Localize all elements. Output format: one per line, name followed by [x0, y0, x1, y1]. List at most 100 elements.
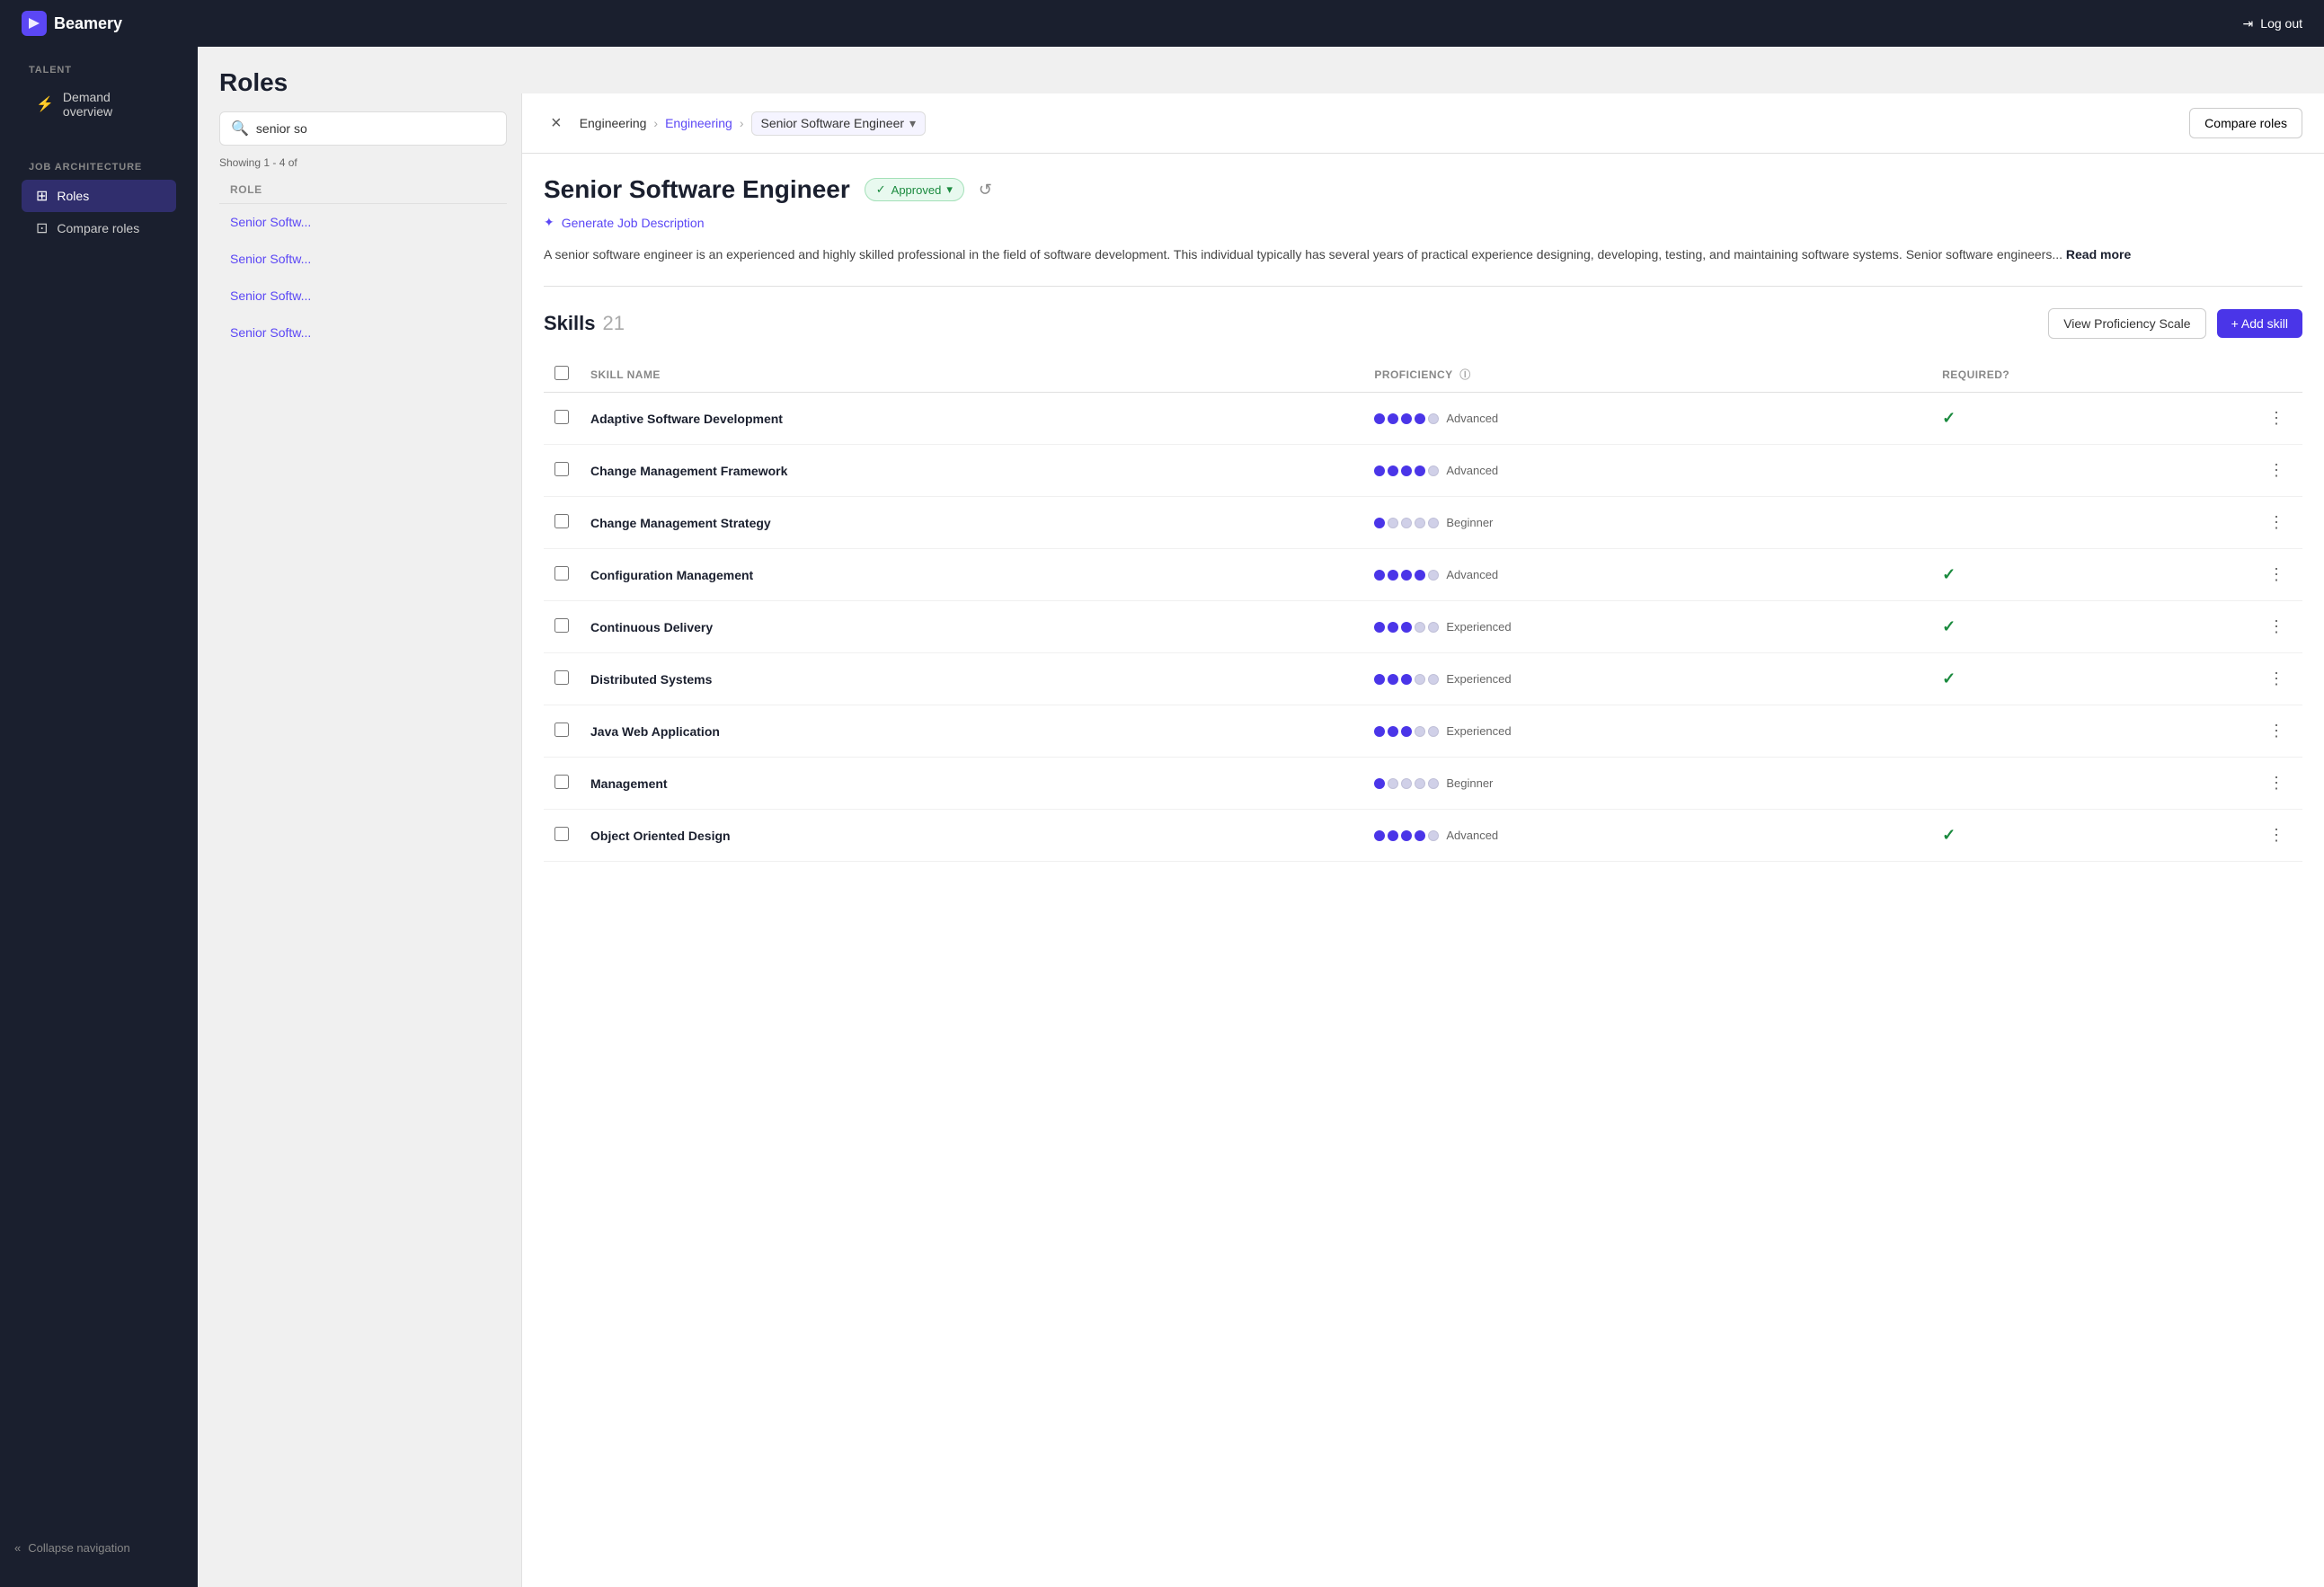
dot-empty [1415, 518, 1425, 528]
dot-filled [1374, 518, 1385, 528]
collapse-navigation[interactable]: « Collapse navigation [14, 1541, 183, 1555]
proficiency-cell: Advanced [1363, 445, 1931, 497]
sidebar-item-compare-roles[interactable]: ⊡ Compare roles [22, 212, 176, 244]
row-checkbox-cell [544, 497, 580, 549]
breadcrumb-part1[interactable]: Engineering [580, 116, 647, 130]
app-name: Beamery [54, 14, 122, 33]
breadcrumb: Engineering › Engineering › Senior Softw… [580, 111, 926, 136]
status-dropdown-icon[interactable]: ▾ [946, 182, 953, 197]
row-checkbox[interactable] [554, 462, 569, 476]
proficiency-dots [1374, 778, 1439, 789]
role-list-item[interactable]: Senior Softw... [219, 204, 507, 241]
info-icon[interactable]: ⓘ [1459, 368, 1470, 381]
status-label: Approved [891, 183, 942, 197]
logout-button[interactable]: ⇥ Log out [2243, 16, 2302, 31]
actions-header [2250, 357, 2302, 393]
actions-cell: ⋮ [2250, 445, 2302, 497]
role-list-item[interactable]: Senior Softw... [219, 278, 507, 315]
chevron-left-icon: « [14, 1541, 21, 1555]
proficiency-header: Proficiency ⓘ [1363, 357, 1931, 393]
row-checkbox[interactable] [554, 618, 569, 633]
sparkle-icon: ✦ [544, 215, 554, 230]
row-checkbox[interactable] [554, 723, 569, 737]
more-options-button[interactable]: ⋮ [2261, 770, 2292, 796]
dot-filled [1415, 465, 1425, 476]
proficiency-cell: Advanced [1363, 810, 1931, 862]
compare-roles-sidebar-label: Compare roles [57, 221, 139, 235]
skill-name-cell: Change Management Framework [580, 445, 1363, 497]
breadcrumb-current[interactable]: Senior Software Engineer ▾ [751, 111, 927, 136]
row-checkbox[interactable] [554, 566, 569, 581]
more-options-button[interactable]: ⋮ [2261, 822, 2292, 848]
actions-cell: ⋮ [2250, 497, 2302, 549]
dot-filled [1374, 674, 1385, 685]
table-row: Change Management FrameworkAdvanced ⋮ [544, 445, 2302, 497]
more-options-button[interactable]: ⋮ [2261, 614, 2292, 640]
proficiency-level: Advanced [1446, 412, 1498, 425]
row-checkbox[interactable] [554, 410, 569, 424]
search-input[interactable] [256, 121, 495, 136]
dot-empty [1388, 778, 1398, 789]
close-button[interactable]: × [544, 110, 569, 137]
row-checkbox[interactable] [554, 514, 569, 528]
collapse-nav-label: Collapse navigation [28, 1541, 129, 1555]
row-checkbox[interactable] [554, 670, 569, 685]
skill-name-text: Continuous Delivery [590, 620, 713, 634]
proficiency-level: Experienced [1446, 620, 1511, 634]
more-options-button[interactable]: ⋮ [2261, 405, 2292, 431]
required-cell [1931, 445, 2250, 497]
more-options-button[interactable]: ⋮ [2261, 718, 2292, 744]
skill-name-text: Object Oriented Design [590, 829, 731, 843]
skills-title: Skills [544, 312, 595, 335]
main-layout: TALENT ⚡ Demand overview JOB ARCHITECTUR… [0, 47, 2324, 1587]
proficiency-cell: Beginner [1363, 497, 1931, 549]
dot-empty [1428, 830, 1439, 841]
search-icon: 🔍 [231, 120, 249, 137]
more-options-button[interactable]: ⋮ [2261, 457, 2292, 483]
check-icon: ✓ [876, 182, 886, 197]
more-options-button[interactable]: ⋮ [2261, 666, 2292, 692]
skill-name-cell: Object Oriented Design [580, 810, 1363, 862]
dot-empty [1428, 518, 1439, 528]
dot-filled [1388, 674, 1398, 685]
close-icon: × [551, 113, 562, 133]
dot-filled [1374, 778, 1385, 789]
row-checkbox[interactable] [554, 775, 569, 789]
compare-icon: ⊡ [36, 219, 48, 237]
top-navigation: Beamery ⇥ Log out [0, 0, 2324, 47]
talent-section-label: TALENT [14, 65, 183, 83]
select-all-checkbox[interactable] [554, 366, 569, 380]
more-options-button[interactable]: ⋮ [2261, 562, 2292, 588]
proficiency-level: Experienced [1446, 724, 1511, 738]
logout-label: Log out [2260, 16, 2302, 31]
generate-job-desc[interactable]: ✦ Generate Job Description [544, 215, 2302, 230]
dot-filled [1374, 413, 1385, 424]
actions-cell: ⋮ [2250, 549, 2302, 601]
proficiency-dots [1374, 518, 1439, 528]
dot-filled [1388, 622, 1398, 633]
more-options-button[interactable]: ⋮ [2261, 510, 2292, 536]
dot-empty [1415, 674, 1425, 685]
dot-empty [1415, 622, 1425, 633]
history-icon[interactable]: ↺ [979, 181, 992, 199]
sidebar-item-demand-overview[interactable]: ⚡ Demand overview [22, 83, 176, 126]
skills-actions: View Proficiency Scale + Add skill [2048, 308, 2302, 339]
role-list-item[interactable]: Senior Softw... [219, 241, 507, 278]
skill-name-text: Java Web Application [590, 724, 720, 739]
row-checkbox[interactable] [554, 827, 569, 841]
skill-name-text: Configuration Management [590, 568, 753, 582]
sidebar-item-roles[interactable]: ⊞ Roles [22, 180, 176, 212]
dot-filled [1374, 465, 1385, 476]
proficiency-level: Advanced [1446, 568, 1498, 581]
read-more[interactable]: Read more [2066, 247, 2131, 262]
role-list-item[interactable]: Senior Softw... [219, 315, 507, 351]
required-header: Required? [1931, 357, 2250, 393]
add-skill-button[interactable]: + Add skill [2217, 309, 2302, 338]
dot-empty [1428, 674, 1439, 685]
skill-name-header: Skill name [580, 357, 1363, 393]
compare-roles-button[interactable]: Compare roles [2189, 108, 2302, 138]
breadcrumb-part2[interactable]: Engineering [665, 116, 732, 130]
view-proficiency-button[interactable]: View Proficiency Scale [2048, 308, 2205, 339]
proficiency-cell: Advanced [1363, 549, 1931, 601]
required-cell [1931, 497, 2250, 549]
